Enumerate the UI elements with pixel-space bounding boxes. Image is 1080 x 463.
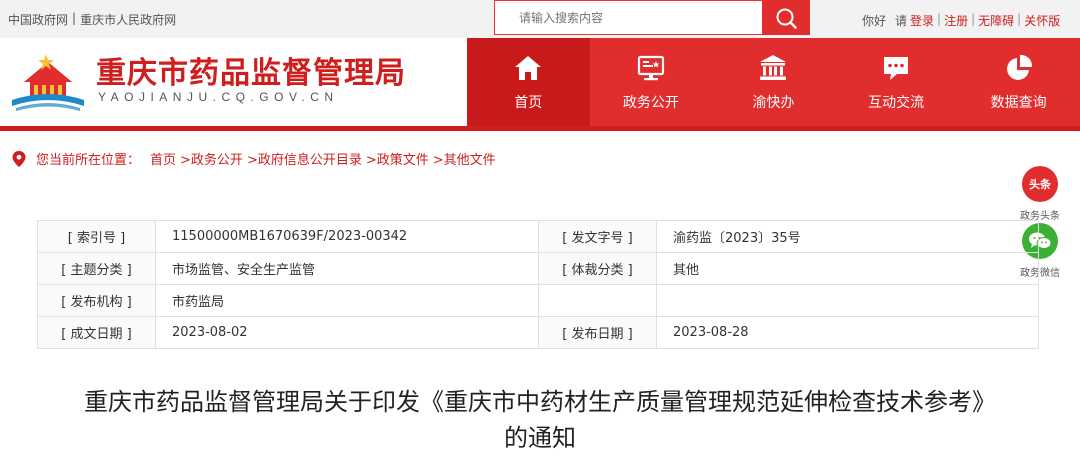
meta-value: 其他 — [656, 252, 1039, 285]
main-nav: 首页 政务公开 渝快办 互动交流 数据查询 — [467, 38, 1080, 126]
nav-interaction[interactable]: 互动交流 — [835, 38, 958, 126]
meta-value: 渝药监〔2023〕35号 — [656, 220, 1039, 253]
meta-key: [ 体裁分类 ] — [538, 252, 657, 285]
article-title-line-2: 的通知 — [504, 424, 576, 452]
nav-data-query[interactable]: 数据查询 — [957, 38, 1080, 126]
accessibility-link[interactable]: 无障碍 — [978, 12, 1014, 29]
site-domain: YAOJIANJU.CQ.GOV.CN — [98, 90, 339, 104]
breadcrumb-other-docs[interactable]: >其他文件 — [433, 149, 496, 168]
nav-label: 数据查询 — [990, 94, 1047, 111]
table-row: [ 成文日期 ] 2023-08-02 [ 发布日期 ] 2023-08-28 — [37, 316, 1039, 349]
table-row: [ 主题分类 ] 市场监管、安全生产监管 [ 体裁分类 ] 其他 — [37, 252, 1039, 285]
header-divider — [0, 126, 1080, 131]
meta-key: [ 成文日期 ] — [37, 316, 156, 349]
separator: | — [937, 12, 942, 26]
search-box — [494, 0, 762, 35]
meta-key: [ 发文字号 ] — [538, 220, 657, 253]
document-meta-table: [ 索引号 ] 11500000MB1670639F/2023-00342 [ … — [37, 220, 1039, 349]
search-button[interactable] — [762, 0, 810, 35]
please-text: 请 — [895, 14, 908, 28]
toutiao-icon: 头条 — [1022, 166, 1058, 202]
meta-key: [ 索引号 ] — [37, 220, 156, 253]
elderly-mode-link[interactable]: 关怀版 — [1024, 12, 1060, 29]
article-title-line-1: 重庆市药品监督管理局关于印发《重庆市中药材生产质量管理规范延伸检查技术参考》 — [84, 388, 996, 416]
breadcrumb-info-directory[interactable]: >政府信息公开目录 — [247, 149, 362, 168]
nav-label: 渝快办 — [752, 94, 795, 111]
site-header: 重庆市药品监督管理局 YAOJIANJU.CQ.GOV.CN 首页 政务公开 渝… — [0, 38, 1080, 126]
search-icon — [776, 8, 797, 29]
nav-yukuaiban[interactable]: 渝快办 — [712, 38, 835, 126]
pie-chart-icon — [1006, 54, 1032, 80]
meta-key: [ 发布日期 ] — [538, 316, 657, 349]
breadcrumb-policy-docs[interactable]: >政策文件 — [366, 149, 429, 168]
nav-gov-affairs[interactable]: 政务公开 — [590, 38, 713, 126]
breadcrumb-prefix: 您当前所在位置： — [36, 153, 141, 168]
side-toutiao[interactable]: 头条 政务头条 — [1016, 166, 1064, 222]
user-links: 你好 请 登录 | 注册 | 无障碍 | 关怀版 — [862, 12, 1060, 29]
chat-icon — [884, 56, 909, 80]
breadcrumb-home[interactable]: 首页 — [150, 149, 176, 168]
separator: | — [971, 12, 976, 26]
login-link[interactable]: 登录 — [910, 12, 934, 29]
gov-links: 中国政府网 | 重庆市人民政府网 — [8, 11, 176, 28]
meta-value: 11500000MB1670639F/2023-00342 — [155, 220, 539, 253]
separator: | — [72, 11, 77, 25]
table-row: [ 索引号 ] 11500000MB1670639F/2023-00342 [ … — [37, 220, 1039, 253]
meta-key: [ 主题分类 ] — [37, 252, 156, 285]
home-icon — [515, 55, 542, 80]
meta-value: 2023-08-28 — [656, 316, 1039, 349]
breadcrumb: 您当前所在位置： 首页 >政务公开 >政府信息公开目录 >政策文件 >其他文件 — [12, 149, 496, 168]
meta-empty-cell — [656, 284, 1039, 317]
nav-label: 互动交流 — [868, 94, 925, 111]
link-chongqing-gov[interactable]: 重庆市人民政府网 — [80, 11, 176, 28]
link-china-gov[interactable]: 中国政府网 — [8, 11, 68, 28]
site-title[interactable]: 重庆市药品监督管理局 — [96, 48, 406, 92]
separator: | — [1017, 12, 1022, 26]
meta-value: 市药监局 — [155, 284, 539, 317]
nav-label: 政务公开 — [622, 94, 679, 111]
top-bar: 中国政府网 | 重庆市人民政府网 你好 请 登录 | 注册 | 无障碍 | 关怀… — [0, 0, 1080, 38]
screen-icon — [637, 55, 664, 80]
search-input[interactable] — [495, 1, 762, 34]
article-title: 重庆市药品监督管理局关于印发《重庆市中药材生产质量管理规范延伸检查技术参考》 的… — [20, 384, 1060, 456]
location-pin-icon — [12, 150, 26, 167]
meta-key: [ 发布机构 ] — [37, 284, 156, 317]
breadcrumb-gov-affairs[interactable]: >政务公开 — [180, 149, 243, 168]
nav-home[interactable]: 首页 — [467, 38, 590, 126]
meta-empty-cell — [538, 284, 657, 317]
site-logo[interactable] — [10, 52, 86, 112]
meta-value: 市场监管、安全生产监管 — [155, 252, 539, 285]
nav-label: 首页 — [514, 94, 543, 111]
government-building-icon — [760, 54, 787, 80]
greeting-text: 你好 — [862, 14, 887, 28]
table-row: [ 发布机构 ] 市药监局 — [37, 284, 1039, 317]
register-link[interactable]: 注册 — [944, 12, 968, 29]
meta-value: 2023-08-02 — [155, 316, 539, 349]
